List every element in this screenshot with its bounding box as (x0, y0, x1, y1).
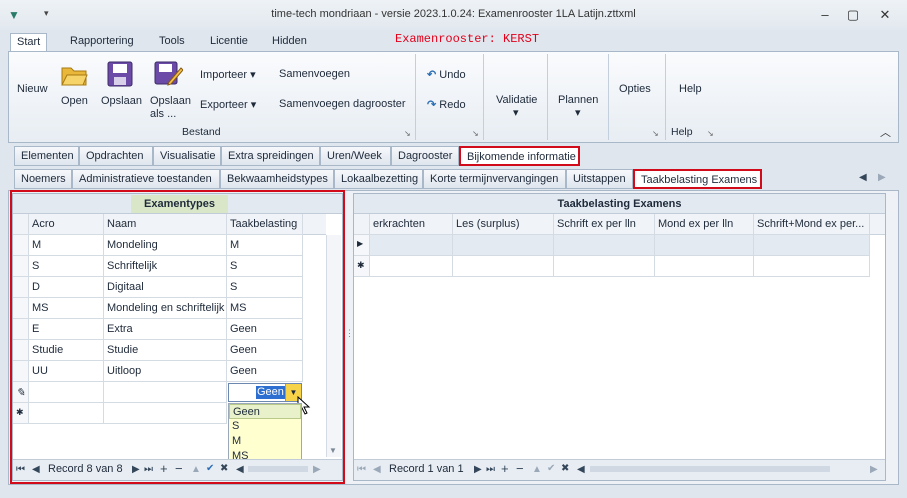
dialog-launcher-icon[interactable]: ↘ (472, 129, 479, 138)
group-separator (665, 54, 666, 140)
cell-empty[interactable] (655, 235, 754, 256)
column-header[interactable]: Schrift ex per lln (554, 214, 655, 235)
new-row-asterisk-icon[interactable]: ✱ (354, 256, 370, 277)
tab-noemers[interactable]: Noemers (14, 169, 72, 189)
validatie-dropdown[interactable]: Validatie (496, 94, 537, 106)
dialog-launcher-icon[interactable]: ↘ (707, 129, 714, 138)
column-header[interactable]: Mond ex per lln (655, 214, 754, 235)
tab-uitstappen[interactable]: Uitstappen (566, 169, 633, 189)
group-label-bestand: Bestand (182, 126, 221, 138)
exporteer-label: Exporteer (200, 99, 248, 111)
tab-dagrooster[interactable]: Dagrooster (391, 146, 459, 166)
minimize-button[interactable]: – (814, 5, 836, 25)
help-button[interactable]: Help (679, 83, 702, 95)
tab-extra-spreidingen[interactable]: Extra spreidingen (221, 146, 320, 166)
tab-uren-week[interactable]: Uren/Week (320, 146, 391, 166)
add-record-icon[interactable]: + (501, 461, 509, 476)
group-label-help: Help (671, 126, 693, 138)
redo-button[interactable]: ↷ Redo (427, 98, 466, 111)
chevron-down-icon: ▾ (513, 107, 519, 119)
importeer-label: Importeer (200, 69, 248, 81)
samenvoegen-dagrooster-button[interactable]: Samenvoegen dagrooster (279, 98, 406, 110)
undo-button[interactable]: ↶ Undo (427, 68, 466, 81)
plannen-dropdown[interactable]: Plannen (558, 94, 598, 106)
tab-scroll-left-icon[interactable]: ◀ (859, 172, 867, 183)
chevron-down-icon: ▾ (250, 99, 257, 111)
undo-icon: ↶ (427, 69, 437, 81)
tab-opdrachten[interactable]: Opdrachten (79, 146, 153, 166)
current-row-arrow-icon[interactable]: ▶ (354, 235, 370, 256)
tab-korte-termijnvervangingen[interactable]: Korte termijnvervangingen (423, 169, 566, 189)
samenvoegen-button[interactable]: Samenvoegen (279, 68, 350, 80)
context-label: Examenrooster: KERST (395, 32, 540, 46)
ribbon-tab-rapportering[interactable]: Rapportering (64, 33, 140, 52)
maximize-button[interactable]: ▢ (842, 5, 864, 25)
ribbon-tab-hidden[interactable]: Hidden (266, 33, 313, 52)
scroll-right-icon[interactable]: ▶ (870, 464, 878, 475)
cell-empty[interactable] (754, 256, 870, 277)
delete-record-icon[interactable]: − (516, 461, 524, 476)
chevron-down-icon: ▾ (250, 69, 256, 81)
group-separator (415, 54, 416, 140)
tab-administratieve-toestanden[interactable]: Administratieve toestanden (72, 169, 220, 189)
open-button[interactable]: Open (61, 95, 88, 107)
cell-empty[interactable] (453, 235, 554, 256)
cell-empty[interactable] (370, 235, 453, 256)
window-title: time-tech mondriaan - versie 2023.1.0.24… (271, 8, 636, 20)
dialog-launcher-icon[interactable]: ↘ (652, 129, 659, 138)
chevron-down-icon: ▾ (575, 107, 581, 119)
tab-lokaalbezetting[interactable]: Lokaalbezetting (334, 169, 423, 189)
redo-label: Redo (439, 99, 466, 111)
ribbon-tab-licentie[interactable]: Licentie (204, 33, 254, 52)
next-record-icon[interactable]: ▶ (474, 464, 482, 475)
tab-taakbelasting-examens[interactable]: Taakbelasting Examens (633, 169, 762, 189)
prev-record-icon[interactable]: ◀ (373, 464, 381, 475)
scroll-left-icon[interactable]: ◀ (577, 464, 585, 475)
tab-bekwaamheidstypes[interactable]: Bekwaamheidstypes (220, 169, 334, 189)
close-button[interactable]: ✕ (874, 5, 896, 25)
taakbelasting-title: Taakbelasting Examens (354, 194, 885, 214)
tab-elementen[interactable]: Elementen (14, 146, 79, 166)
edit-record-icon[interactable]: ▲ (532, 464, 542, 475)
ribbon-tab-tools[interactable]: Tools (153, 33, 191, 52)
column-header[interactable]: Schrift+Mond ex per... (754, 214, 870, 235)
tab-bijkomende-informatie[interactable]: Bijkomende informatie (459, 146, 580, 166)
opslaan-als-button[interactable]: Opslaan als ... (150, 95, 191, 121)
undo-label: Undo (439, 69, 466, 81)
column-header[interactable]: Les (surplus) (453, 214, 554, 235)
group-separator (547, 54, 548, 140)
highlight-box (10, 190, 345, 484)
record-counter: Record 1 van 1 (389, 463, 464, 475)
dialog-launcher-icon[interactable]: ↘ (404, 129, 411, 138)
redo-icon: ↷ (427, 99, 437, 111)
row-indicator-header (354, 214, 370, 235)
save-record-icon[interactable]: ✔ (547, 463, 555, 474)
collapse-ribbon-icon[interactable]: ︿ (880, 124, 891, 140)
importeer-dropdown[interactable]: Importeer ▾ (200, 68, 256, 81)
tab-scroll-right-icon[interactable]: ▶ (878, 172, 886, 183)
vertical-scrollbar[interactable] (885, 235, 899, 457)
nieuw-button[interactable]: Nieuw (17, 83, 48, 95)
open-folder-icon (60, 60, 88, 88)
exporteer-dropdown[interactable]: Exporteer ▾ (200, 98, 256, 111)
cell-empty[interactable] (754, 235, 870, 256)
group-separator (608, 54, 609, 140)
cell-empty[interactable] (453, 256, 554, 277)
tab-visualisatie[interactable]: Visualisatie (153, 146, 221, 166)
column-header[interactable]: erkrachten (370, 214, 453, 235)
save-as-icon (153, 58, 184, 88)
cell-empty[interactable] (554, 256, 655, 277)
save-disk-icon (106, 60, 134, 88)
last-record-icon[interactable]: ⏭ (486, 464, 495, 475)
cancel-record-icon[interactable]: ✖ (561, 463, 569, 474)
cell-empty[interactable] (655, 256, 754, 277)
horizontal-scrollbar[interactable] (590, 466, 830, 472)
opslaan-button[interactable]: Opslaan (101, 95, 142, 107)
opties-button[interactable]: Opties (619, 83, 651, 95)
cell-empty[interactable] (554, 235, 655, 256)
cell-empty[interactable] (370, 256, 453, 277)
first-record-icon[interactable]: ⏮ (357, 464, 366, 475)
group-separator (483, 54, 484, 140)
